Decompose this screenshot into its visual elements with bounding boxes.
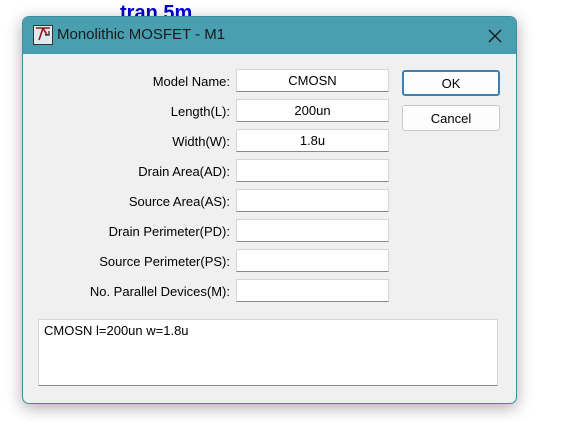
source-perimeter-label: Source Perimeter(PS): (99, 254, 230, 269)
cancel-button[interactable]: Cancel (402, 105, 500, 131)
drain-area-field[interactable] (236, 159, 389, 182)
source-perimeter-field[interactable] (236, 249, 389, 272)
parallel-devices-field[interactable] (236, 279, 389, 302)
parallel-devices-label: No. Parallel Devices(M): (89, 284, 230, 299)
width-label: Width(W): (172, 134, 230, 149)
model-name-label: Model Name: (152, 74, 230, 89)
title-bar[interactable]: Monolithic MOSFET - M1 (23, 17, 516, 54)
drain-perimeter-field[interactable] (236, 219, 389, 242)
length-label: Length(L): (170, 104, 230, 119)
mosfet-symbol-icon (33, 25, 53, 45)
ok-button[interactable]: OK (402, 70, 500, 96)
source-area-label: Source Area(AS): (128, 194, 230, 209)
source-area-field[interactable] (236, 189, 389, 212)
netline-preview[interactable]: CMOSN l=200un w=1.8u (38, 319, 498, 386)
drain-perimeter-label: Drain Perimeter(PD): (108, 224, 230, 239)
dialog-title: Monolithic MOSFET - M1 (57, 26, 226, 43)
length-field[interactable] (236, 99, 389, 122)
model-name-field[interactable] (236, 69, 389, 92)
close-button[interactable] (473, 17, 516, 54)
drain-area-label: Drain Area(AD): (138, 164, 230, 179)
mosfet-dialog: Monolithic MOSFET - M1 Model Name: Lengt… (22, 16, 517, 404)
close-icon (488, 29, 501, 42)
width-field[interactable] (236, 129, 389, 152)
